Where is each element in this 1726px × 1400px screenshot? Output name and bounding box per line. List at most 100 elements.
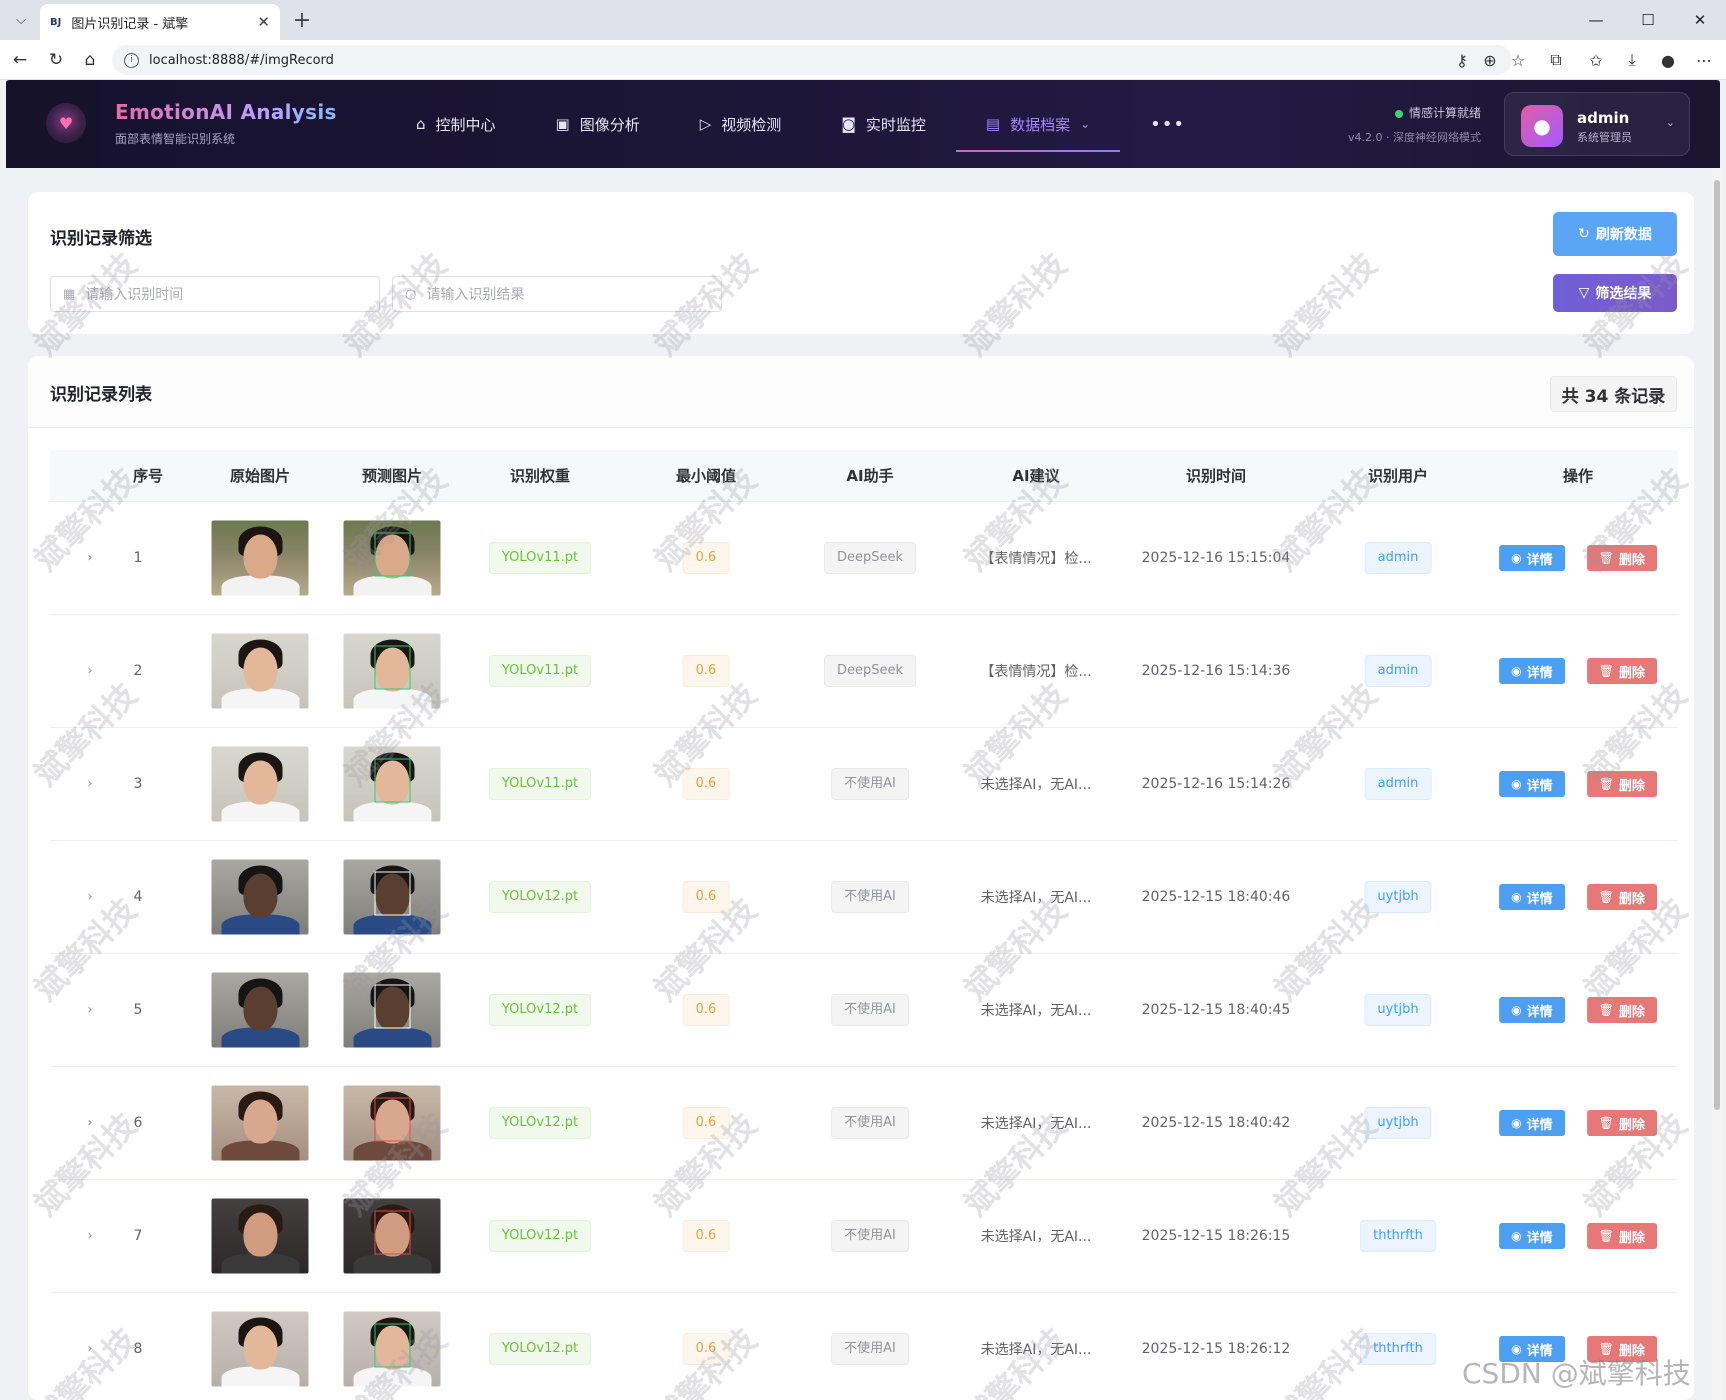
result-search-input[interactable]: ○ 请输入识别结果	[392, 276, 722, 312]
user-name: admin	[1577, 109, 1630, 127]
nav-item-data-archive[interactable]: ▤ 数据档案 ⌄	[955, 80, 1121, 168]
delete-button[interactable]: 🗑 删除	[1586, 884, 1657, 910]
ai-assistant-tag: 不使用AI	[831, 1220, 909, 1252]
delete-button[interactable]: 🗑 删除	[1586, 1223, 1657, 1249]
expand-chevron-icon[interactable]: ›	[87, 664, 92, 679]
refresh-button[interactable]: ↻ 刷新数据	[1553, 212, 1677, 256]
view-details-button[interactable]: ◉ 详情	[1499, 884, 1565, 910]
close-window-icon[interactable]: ✕	[1674, 0, 1726, 40]
predicted-image[interactable]	[343, 859, 441, 935]
ai-advice: 【表情情况】检...	[980, 551, 1092, 567]
favorite-star-icon[interactable]: ☆	[1506, 48, 1530, 72]
predicted-image[interactable]	[343, 1085, 441, 1161]
url-field[interactable]: i localhost:8888/#/imgRecord	[112, 45, 1512, 75]
expand-chevron-icon[interactable]: ›	[87, 551, 92, 566]
user-avatar-icon: ●	[1521, 105, 1563, 147]
nav-more-button[interactable]: •••	[1120, 80, 1215, 168]
nav-label: 视频检测	[721, 115, 782, 134]
view-details-button[interactable]: ◉ 详情	[1499, 997, 1565, 1023]
expand-chevron-icon[interactable]: ›	[87, 1003, 92, 1018]
favorites-list-icon[interactable]: ✩	[1584, 48, 1608, 72]
zoom-icon[interactable]: ⊕	[1478, 48, 1502, 72]
threshold-tag: 0.6	[682, 768, 730, 800]
predicted-image[interactable]	[343, 633, 441, 709]
table-row: › 3 YOLOv11.pt 0.6 不使用AI 未选择AI，无AI... 20…	[50, 728, 1678, 841]
predicted-image[interactable]	[343, 746, 441, 822]
home-icon[interactable]: ⌂	[78, 48, 102, 72]
nav-item-realtime-monitor[interactable]: ◙ 实时监控	[811, 80, 956, 168]
original-image[interactable]	[211, 972, 309, 1048]
delete-button[interactable]: 🗑 删除	[1586, 545, 1657, 571]
browser-menu-icon[interactable]: ⋯	[1692, 48, 1716, 72]
maximize-icon[interactable]: ☐	[1622, 0, 1674, 40]
filter-button[interactable]: ▽ 筛选结果	[1553, 274, 1677, 312]
view-details-button[interactable]: ◉ 详情	[1499, 1110, 1565, 1136]
status-dot-icon	[1394, 109, 1403, 118]
ai-assistant-cell: DeepSeek	[823, 655, 917, 687]
page-scrollbar[interactable]	[1712, 168, 1722, 1400]
expand-chevron-icon[interactable]: ›	[87, 777, 92, 792]
nav-item-video-detection[interactable]: ▷ 视频检测	[670, 80, 812, 168]
camera-icon: ◙	[841, 115, 856, 133]
expand-chevron-icon[interactable]: ›	[87, 1342, 92, 1357]
original-image[interactable]	[211, 520, 309, 596]
view-details-button[interactable]: ◉ 详情	[1499, 1223, 1565, 1249]
predicted-image[interactable]	[343, 1311, 441, 1387]
download-icon[interactable]: ⤓	[1620, 48, 1644, 72]
predicted-image[interactable]	[343, 972, 441, 1048]
predicted-image[interactable]	[343, 520, 441, 596]
nav-item-image-analysis[interactable]: ▣ 图像分析	[526, 80, 670, 168]
original-image[interactable]	[211, 746, 309, 822]
minimize-icon[interactable]: —	[1570, 0, 1622, 40]
delete-label: 删除	[1618, 1004, 1645, 1020]
delete-button[interactable]: 🗑 删除	[1586, 997, 1657, 1023]
back-icon[interactable]: ←	[8, 48, 32, 72]
expand-chevron-icon[interactable]: ›	[87, 1229, 92, 1244]
tab-title: 图片识别记录 - 斌擎	[71, 16, 189, 32]
nav-label: 控制中心	[435, 115, 496, 134]
close-tab-icon[interactable]: ✕	[257, 13, 270, 31]
weight-tag: YOLOv12.pt	[488, 1333, 592, 1365]
weight-tag: YOLOv11.pt	[488, 768, 592, 800]
table-row: › 2 YOLOv11.pt 0.6 DeepSeek 【表情情况】检... 2…	[50, 615, 1678, 728]
row-index: 3	[133, 776, 143, 792]
image-icon: ▣	[555, 115, 570, 133]
original-image[interactable]	[211, 1198, 309, 1274]
extensions-icon[interactable]: ⧉	[1544, 48, 1568, 72]
new-tab-icon[interactable]: +	[288, 6, 316, 34]
original-image-cell	[211, 1198, 309, 1274]
expand-chevron-icon[interactable]: ›	[87, 1116, 92, 1131]
time-search-input[interactable]: ▦ 请输入识别时间	[50, 276, 380, 312]
delete-button[interactable]: 🗑 删除	[1586, 658, 1657, 684]
view-details-button[interactable]: ◉ 详情	[1499, 545, 1565, 571]
original-image[interactable]	[211, 1311, 309, 1387]
browser-tab[interactable]: BJ 图片识别记录 - 斌擎 ✕	[40, 4, 280, 40]
view-details-button[interactable]: ◉ 详情	[1499, 658, 1565, 684]
record-time: 2025-12-16 15:14:26	[1141, 776, 1291, 792]
view-details-button[interactable]: ◉ 详情	[1499, 771, 1565, 797]
profile-icon[interactable]: ●	[1656, 48, 1680, 72]
table-row: › 4 YOLOv12.pt 0.6 不使用AI 未选择AI，无AI... 20…	[50, 841, 1678, 954]
ai-advice: 未选择AI，无AI...	[980, 777, 1092, 793]
weight-tag: YOLOv12.pt	[488, 881, 592, 913]
nav-item-dashboard[interactable]: ⌂ 控制中心	[386, 80, 526, 168]
site-info-icon[interactable]: i	[124, 52, 139, 68]
view-label: 详情	[1526, 665, 1553, 681]
original-image[interactable]	[211, 859, 309, 935]
original-image[interactable]	[211, 1085, 309, 1161]
time-placeholder: 请输入识别时间	[85, 287, 184, 303]
expand-chevron-icon[interactable]: ›	[87, 890, 92, 905]
predicted-image[interactable]	[343, 1198, 441, 1274]
delete-button[interactable]: 🗑 删除	[1586, 771, 1657, 797]
reload-icon[interactable]: ↻	[44, 48, 68, 72]
row-index: 2	[133, 663, 143, 679]
scrollbar-thumb[interactable]	[1714, 180, 1720, 1110]
key-icon[interactable]: ⚷	[1450, 48, 1474, 72]
threshold-tag: 0.6	[682, 1107, 730, 1139]
user-menu[interactable]: ● admin 系统管理员 ⌄	[1504, 92, 1690, 156]
delete-button[interactable]: 🗑 删除	[1586, 1110, 1657, 1136]
actions-cell: ◉ 详情 🗑 删除	[1499, 1223, 1657, 1249]
table-row: › 7 YOLOv12.pt 0.6 不使用AI 未选择AI，无AI... 20…	[50, 1180, 1678, 1293]
tab-list-chevron-icon[interactable]: ⌵	[8, 8, 34, 32]
original-image[interactable]	[211, 633, 309, 709]
